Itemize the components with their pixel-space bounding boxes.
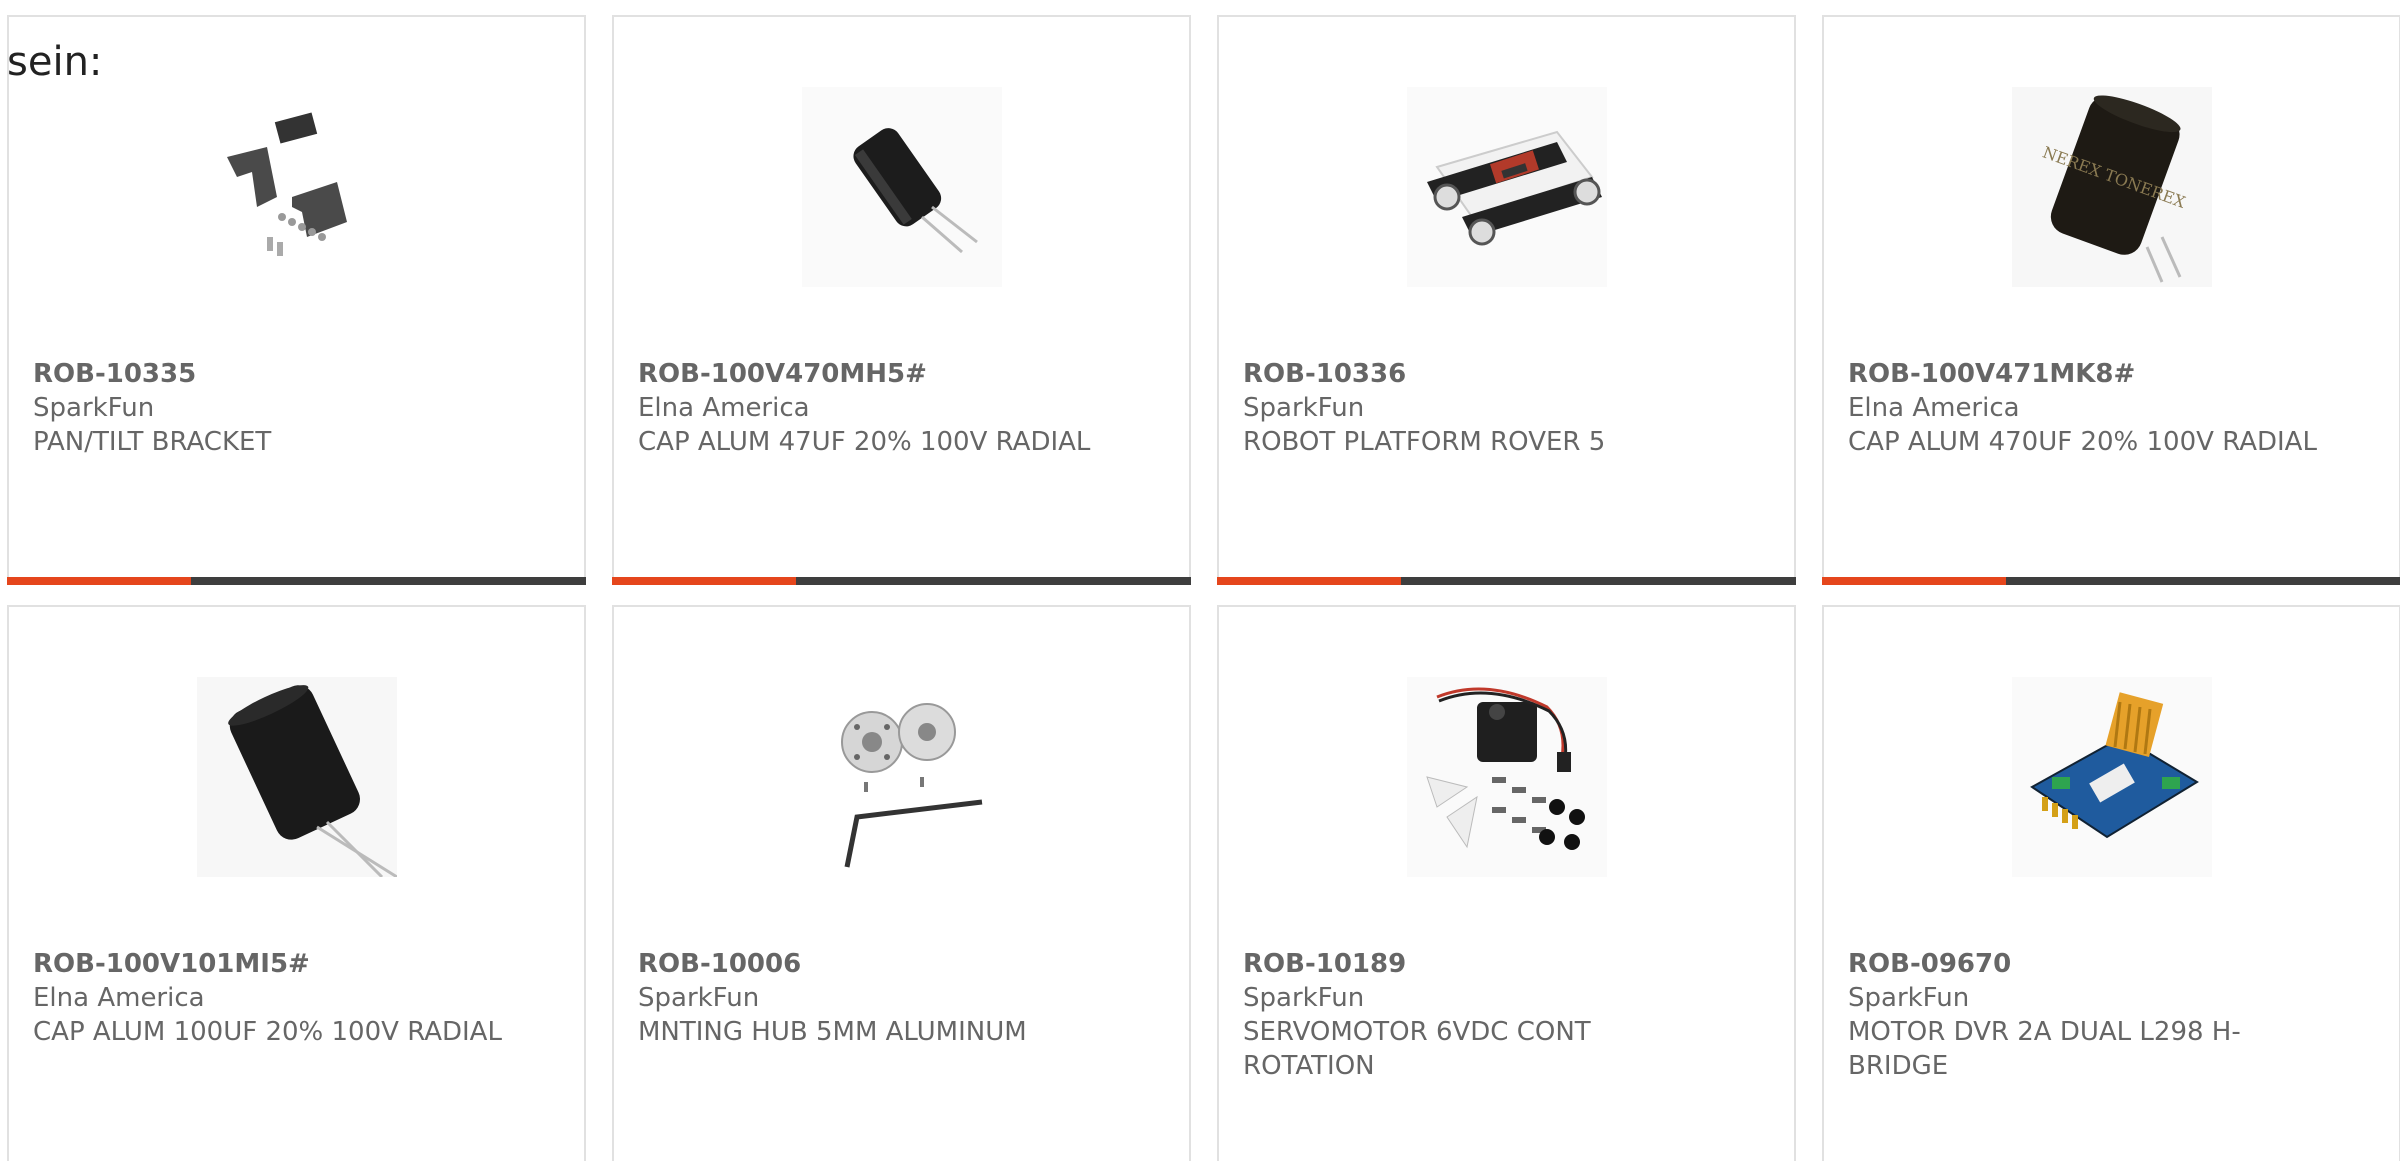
product-grid: ROB-10335 SparkFun PAN/TILT BRACKET ROB-… [7,15,2400,1161]
product-card[interactable]: ROB-10336 SparkFun ROBOT PLATFORM ROVER … [1217,15,1796,585]
product-info: ROB-10006 SparkFun MNTING HUB 5MM ALUMIN… [638,947,1118,1049]
product-card[interactable]: ROB-100V470MH5# Elna America CAP ALUM 47… [612,15,1191,585]
intro-text: sein: [7,39,103,85]
product-sku: ROB-100V470MH5# [638,359,927,389]
product-manufacturer: SparkFun [1243,393,1365,423]
product-info: ROB-10189 SparkFun SERVOMOTOR 6VDC CONT … [1243,947,1723,1083]
product-manufacturer: SparkFun [1848,983,1970,1013]
product-info: ROB-10335 SparkFun PAN/TILT BRACKET [33,357,513,459]
robot-platform-image[interactable] [1406,87,1607,287]
product-info: ROB-100V471MK8# Elna America CAP ALUM 47… [1848,357,2328,459]
card-bottom-bar [7,577,586,585]
product-card[interactable]: ROB-100V101MI5# Elna America CAP ALUM 10… [7,605,586,1161]
product-description: CAP ALUM 100UF 20% 100V RADIAL [33,1017,502,1047]
pan-tilt-bracket-image[interactable] [197,87,397,287]
product-sku: ROB-10336 [1243,359,1407,389]
product-sku: ROB-10189 [1243,949,1407,979]
product-card[interactable]: ROB-09670 SparkFun MOTOR DVR 2A DUAL L29… [1822,605,2400,1161]
product-sku: ROB-10006 [638,949,802,979]
product-manufacturer: Elna America [638,393,810,423]
product-description: MNTING HUB 5MM ALUMINUM [638,1017,1027,1047]
product-manufacturer: SparkFun [638,983,760,1013]
product-sku: ROB-100V101MI5# [33,949,310,979]
product-description: SERVOMOTOR 6VDC CONT ROTATION [1243,1017,1591,1081]
servomotor-image[interactable] [1406,677,1607,877]
product-description: CAP ALUM 47UF 20% 100V RADIAL [638,427,1091,457]
product-sku: ROB-100V471MK8# [1848,359,2136,389]
capacitor-image[interactable]: NEREX TONEREX [2011,87,2212,287]
product-info: ROB-100V101MI5# Elna America CAP ALUM 10… [33,947,513,1049]
product-card[interactable]: ROB-10335 SparkFun PAN/TILT BRACKET [7,15,586,585]
product-manufacturer: Elna America [1848,393,2020,423]
card-accent [1822,577,2006,585]
product-card[interactable]: NEREX TONEREX ROB-100V471MK8# Elna Ameri… [1822,15,2400,585]
capacitor-image[interactable] [196,677,397,877]
card-bottom-bar [1822,577,2400,585]
product-manufacturer: SparkFun [1243,983,1365,1013]
card-accent [612,577,796,585]
product-description: CAP ALUM 470UF 20% 100V RADIAL [1848,427,2317,457]
card-bottom-bar [612,577,1191,585]
product-card[interactable]: ROB-10006 SparkFun MNTING HUB 5MM ALUMIN… [612,605,1191,1161]
product-description: MOTOR DVR 2A DUAL L298 H-BRIDGE [1848,1017,2241,1081]
product-info: ROB-100V470MH5# Elna America CAP ALUM 47… [638,357,1118,459]
card-bottom-bar [1217,577,1796,585]
product-sku: ROB-09670 [1848,949,2012,979]
product-description: ROBOT PLATFORM ROVER 5 [1243,427,1606,457]
product-description: PAN/TILT BRACKET [33,427,272,457]
product-grid-page: sein: ROB-10335 SparkFun PAN/TILT BRACKE… [0,0,2400,1161]
capacitor-image[interactable] [801,87,1002,287]
product-manufacturer: Elna America [33,983,205,1013]
product-sku: ROB-10335 [33,359,197,389]
card-accent [7,577,191,585]
card-accent [1217,577,1401,585]
product-card[interactable]: ROB-10189 SparkFun SERVOMOTOR 6VDC CONT … [1217,605,1796,1161]
product-info: ROB-10336 SparkFun ROBOT PLATFORM ROVER … [1243,357,1723,459]
product-manufacturer: SparkFun [33,393,155,423]
mounting-hub-image[interactable] [802,677,1002,877]
product-info: ROB-09670 SparkFun MOTOR DVR 2A DUAL L29… [1848,947,2328,1083]
motor-driver-image[interactable] [2011,677,2212,877]
